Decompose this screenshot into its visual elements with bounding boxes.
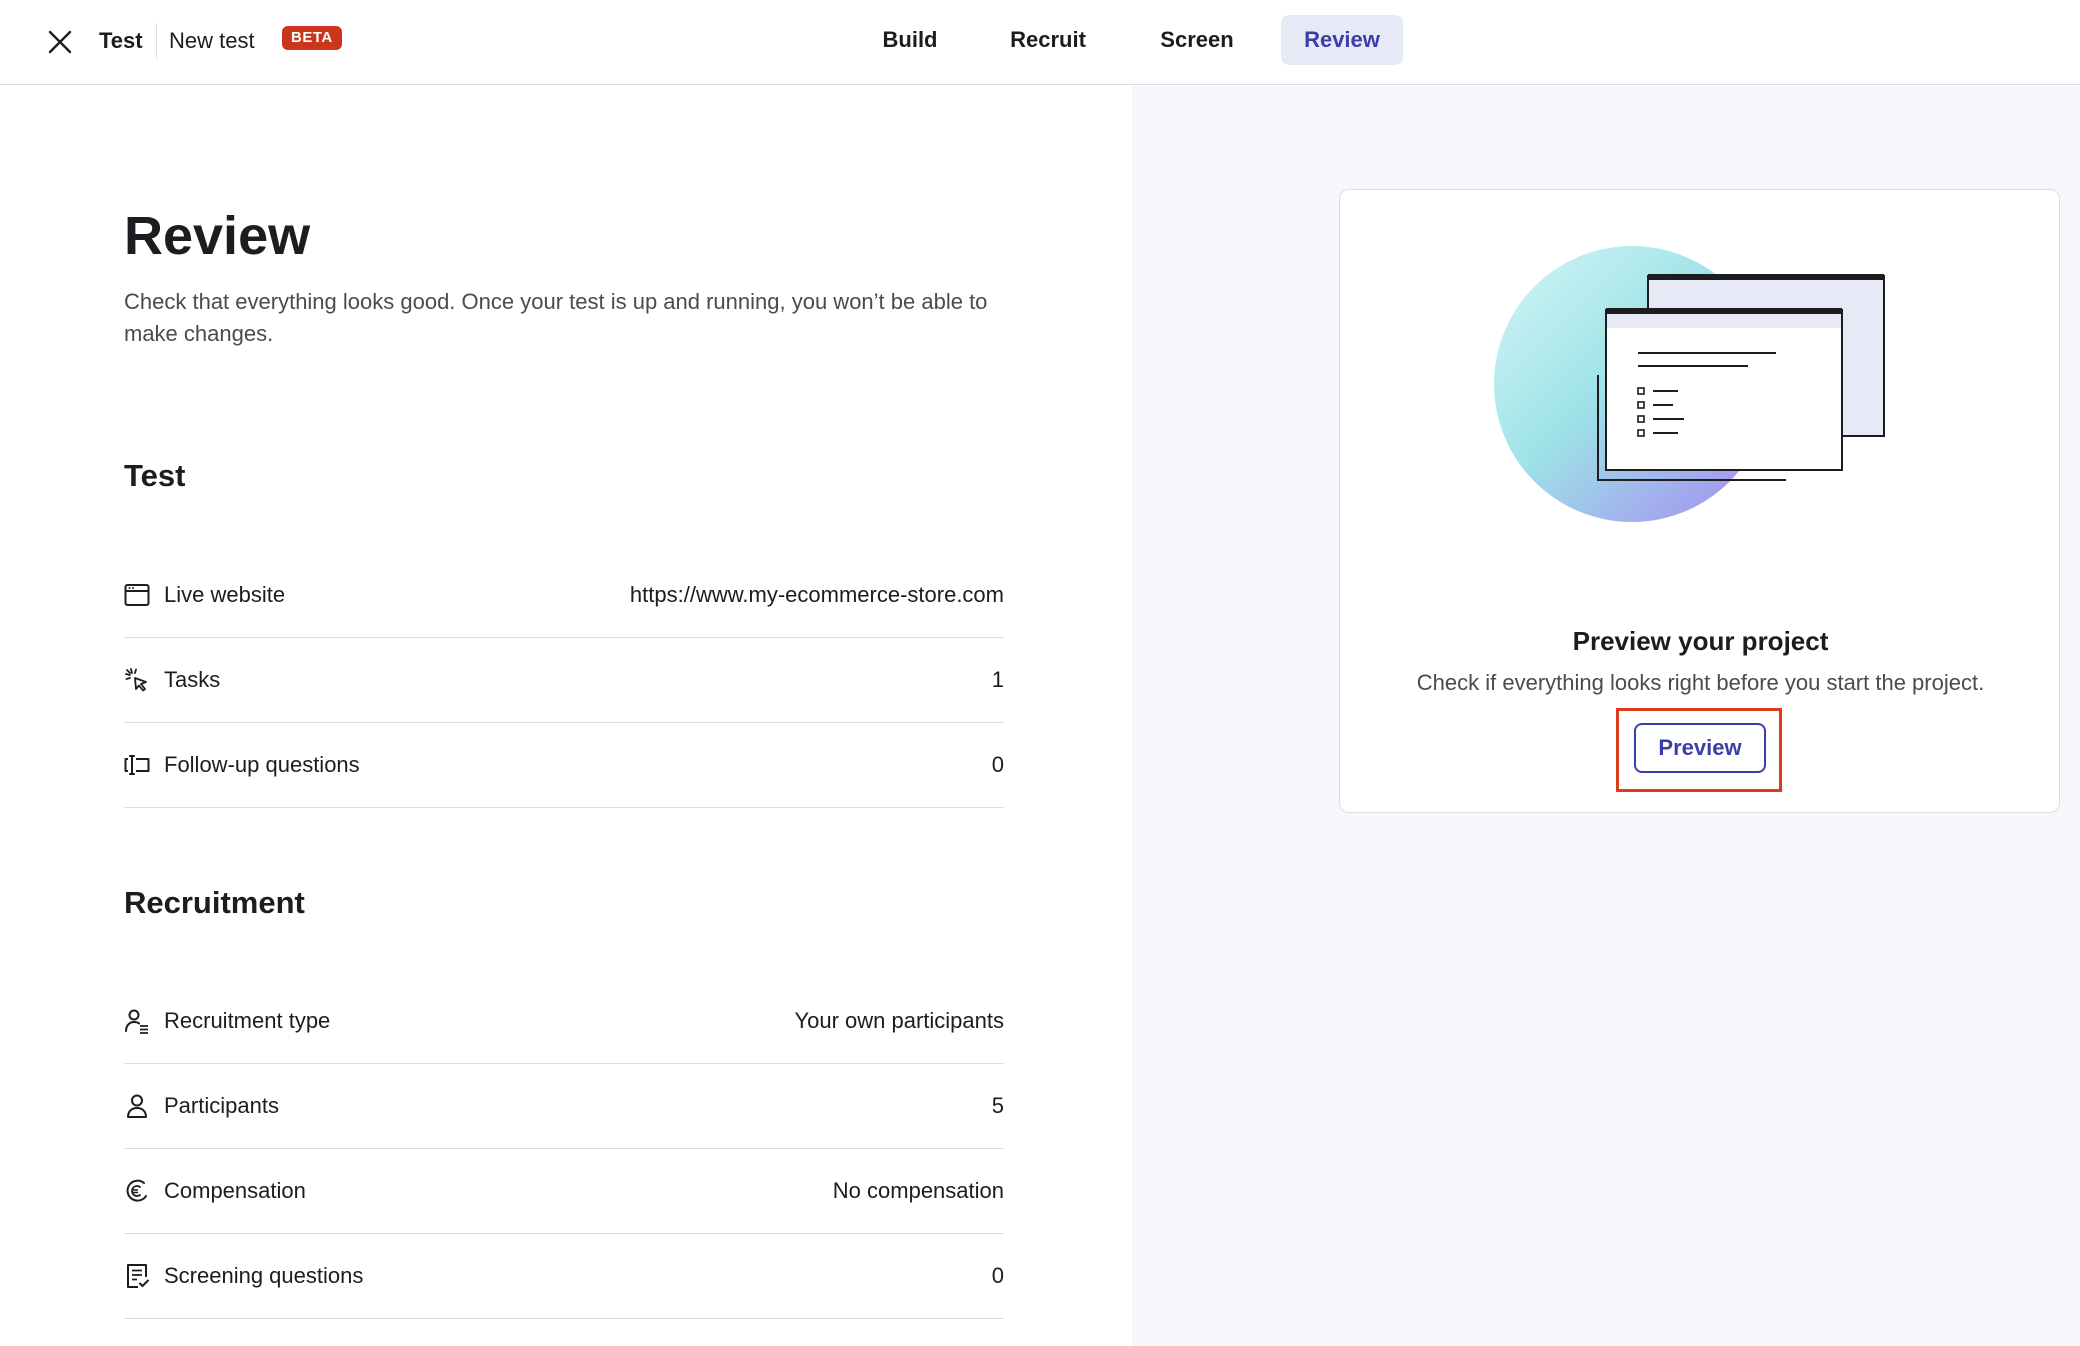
beta-badge: BETA (282, 26, 342, 50)
browser-window-icon (124, 582, 150, 608)
user-list-icon (124, 1008, 150, 1034)
section-title-recruitment: Recruitment (124, 885, 305, 920)
tab-recruit[interactable]: Recruit (998, 15, 1098, 65)
close-button[interactable] (40, 22, 80, 62)
breadcrumb-divider (156, 23, 157, 59)
row-label: Live website (164, 582, 286, 607)
row-value: 1 (991, 667, 1004, 692)
row-label: Compensation (164, 1178, 306, 1203)
preview-card: Preview your project Check if everything… (1339, 189, 2060, 813)
summary-row-follow-up-questions: Follow-up questions 0 (124, 723, 1004, 808)
cursor-click-icon (124, 667, 150, 693)
row-label: Follow-up questions (164, 752, 360, 777)
preview-card-description: Check if everything looks right before y… (1416, 670, 1985, 695)
euro-coin-icon (124, 1178, 150, 1204)
row-value: No compensation (832, 1178, 1004, 1203)
user-icon (124, 1093, 150, 1119)
row-label: Screening questions (164, 1263, 364, 1288)
section-title-test: Test (124, 458, 186, 493)
summary-row-live-website: Live website https://www.my-ecommerce-st… (124, 553, 1004, 638)
summary-row-compensation: Compensation No compensation (124, 1149, 1004, 1234)
row-value: 0 (991, 1263, 1004, 1288)
preview-card-title: Preview your project (1572, 626, 1829, 656)
page-title: Review (124, 206, 311, 266)
checklist-icon (124, 1263, 150, 1289)
page-description: Check that everything looks good. Once y… (124, 289, 988, 346)
row-label: Recruitment type (164, 1008, 331, 1033)
preview-windows-illustration (1488, 240, 1908, 535)
summary-row-recruitment-type: Recruitment type Your own participants (124, 979, 1004, 1064)
tab-screen[interactable]: Screen (1147, 15, 1247, 65)
tab-review[interactable]: Review (1281, 15, 1403, 65)
row-value: Your own participants (794, 1008, 1004, 1033)
top-bar: Test New test BETA Build Recruit Screen … (0, 0, 2080, 85)
breadcrumb-project[interactable]: Test (99, 27, 143, 55)
row-value: 5 (991, 1093, 1004, 1118)
row-value: 0 (991, 752, 1004, 777)
summary-row-tasks: Tasks 1 (124, 638, 1004, 723)
breadcrumb-test-name[interactable]: New test (169, 27, 255, 55)
summary-row-participants: Participants 5 (124, 1064, 1004, 1149)
summary-row-screening-questions: Screening questions 0 (124, 1234, 1004, 1319)
preview-button[interactable]: Preview (1634, 723, 1766, 773)
tab-build[interactable]: Build (860, 15, 960, 65)
row-label: Participants (164, 1093, 279, 1118)
row-label: Tasks (164, 667, 221, 692)
row-value: https://www.my-ecommerce-store.com (629, 582, 1004, 607)
review-panel: Review Check that everything looks good.… (0, 86, 1132, 1346)
close-icon (48, 30, 72, 54)
text-input-icon (124, 752, 150, 778)
